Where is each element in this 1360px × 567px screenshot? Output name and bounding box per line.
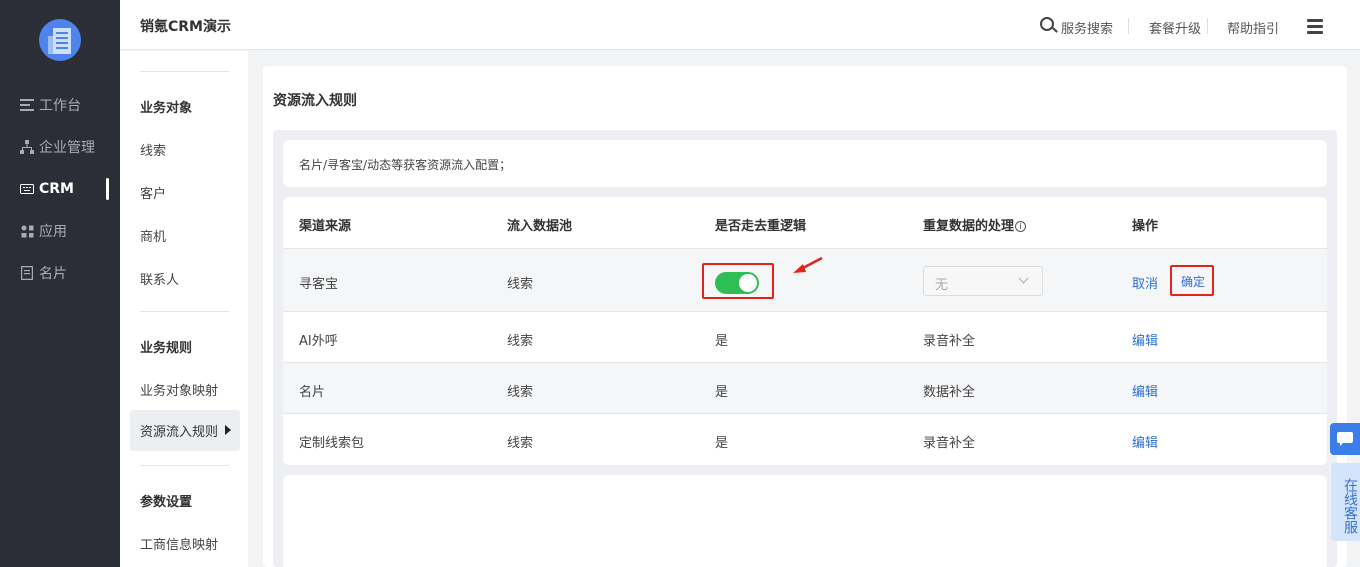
divider [1207,18,1208,34]
subnav-item-contacts[interactable]: 联系人 [140,269,179,288]
nav-item-label: CRM [39,181,74,197]
divider [140,311,229,312]
cell-source: 寻客宝 [299,277,339,292]
table-row: 名片 线索 是 数据补全 编辑 [283,362,1327,413]
edit-button[interactable]: 编辑 [1132,432,1158,451]
cell-dedupe: 是 [715,334,729,349]
top-bar: 销氪CRM演示 服务搜索 套餐升级 帮助指引 [120,0,1360,50]
app-logo[interactable] [39,19,81,61]
settings-sidebar: 业务对象 线索 客户 商机 联系人 业务规则 业务对象映射 资源流入规则 参数设… [120,51,248,567]
col-header-handling-label: 重复数据的处理 [923,219,1015,234]
search-icon[interactable] [1040,17,1054,31]
nav-item-label: 工作台 [39,98,81,114]
subnav-item-leads[interactable]: 线索 [140,140,166,159]
col-header-actions: 操作 [1132,219,1159,234]
cell-pool: 线索 [507,385,534,400]
subnav-item-inflow-rules[interactable]: 资源流入规则 [130,410,240,451]
table-header: 渠道来源 流入数据池 是否走去重逻辑 重复数据的处理 i 操作 [283,197,1327,248]
cell-handling: 录音补全 [923,436,976,451]
main-nav: 工作台 企业管理 CRM 应用 名片 [0,0,120,567]
chevron-down-icon [1018,273,1029,284]
help-guide-link[interactable]: 帮助指引 [1227,18,1279,37]
divider [140,71,229,72]
col-header-source: 渠道来源 [299,219,352,234]
cell-handling: 录音补全 [923,334,976,349]
cell-pool: 线索 [507,436,534,451]
cancel-button[interactable]: 取消 [1132,273,1158,292]
table-row: 定制线索包 线索 是 录音补全 编辑 [283,413,1327,465]
col-header-handling: 重复数据的处理 i [923,215,1027,234]
select-value: 无 [935,278,949,293]
group-title-params: 参数设置 [140,495,193,510]
subnav-item-customers[interactable]: 客户 [140,183,166,202]
empty-area [283,475,1327,567]
cell-source: 名片 [299,385,326,400]
list-icon [20,98,34,112]
main-panel: 资源流入规则 名片/寻客宝/动态等获客资源流入配置； 渠道来源 流入数据池 是否… [263,66,1347,567]
table-row: 寻客宝 线索 无 取消 确定 [283,248,1327,311]
cell-dedupe: 是 [715,385,729,400]
plan-upgrade-link[interactable]: 套餐升级 [1149,18,1201,37]
nav-item-workbench[interactable]: 工作台 [20,94,81,116]
nav-item-crm[interactable]: CRM [20,178,74,200]
subnav-item-object-mapping[interactable]: 业务对象映射 [140,380,218,399]
cell-source: AI外呼 [299,334,338,349]
cell-pool: 线索 [507,277,534,292]
inflow-rules-table: 渠道来源 流入数据池 是否走去重逻辑 重复数据的处理i 操作 寻客宝 线索 无 [283,197,1327,465]
nav-item-label: 企业管理 [39,140,95,156]
toggle-knob [739,274,757,292]
nav-item-label: 名片 [39,266,67,282]
duplicate-handling-select[interactable]: 无 [923,266,1043,296]
arrow-annotation-icon [793,256,823,273]
service-search-link[interactable]: 服务搜索 [1061,18,1113,37]
group-title-rules: 业务规则 [140,341,193,356]
notice-text: 名片/寻客宝/动态等获客资源流入配置； [283,140,1327,187]
nav-item-cards[interactable]: 名片 [20,262,67,284]
nav-item-enterprise[interactable]: 企业管理 [20,136,95,158]
card-icon [20,266,34,280]
col-header-dedupe: 是否走去重逻辑 [715,219,807,234]
cell-source: 定制线索包 [299,436,365,451]
confirm-button[interactable]: 确定 [1181,273,1205,290]
app-title: 销氪CRM演示 [140,19,231,35]
dedupe-toggle[interactable] [715,272,759,294]
table-row: AI外呼 线索 是 录音补全 编辑 [283,311,1327,362]
cell-pool: 线索 [507,334,534,349]
nav-item-label: 应用 [39,224,67,240]
divider [1128,18,1129,34]
online-service-button[interactable]: 在线客服 [1331,463,1360,541]
active-indicator [106,178,109,200]
edit-button[interactable]: 编辑 [1132,381,1158,400]
cell-handling: 数据补全 [923,385,976,400]
col-header-pool: 流入数据池 [507,219,573,234]
caret-right-icon [225,425,231,435]
edit-button[interactable]: 编辑 [1132,330,1158,349]
cell-dedupe: 是 [715,436,729,451]
divider [140,465,229,466]
apps-icon [20,224,34,238]
org-chart-icon [20,140,34,154]
keyboard-icon [20,182,34,196]
subnav-item-opportunities[interactable]: 商机 [140,226,166,245]
subnav-item-business-info-mapping[interactable]: 工商信息映射 [140,534,218,553]
group-title-objects: 业务对象 [140,101,193,116]
panel-content: 名片/寻客宝/动态等获客资源流入配置； 渠道来源 流入数据池 是否走去重逻辑 重… [273,130,1337,567]
hamburger-menu-icon[interactable] [1307,19,1323,34]
page-title: 资源流入规则 [273,93,357,109]
info-icon[interactable]: i [1015,221,1027,232]
nav-item-apps[interactable]: 应用 [20,220,67,242]
chat-icon[interactable] [1330,423,1360,455]
subnav-item-label: 资源流入规则 [140,425,219,440]
